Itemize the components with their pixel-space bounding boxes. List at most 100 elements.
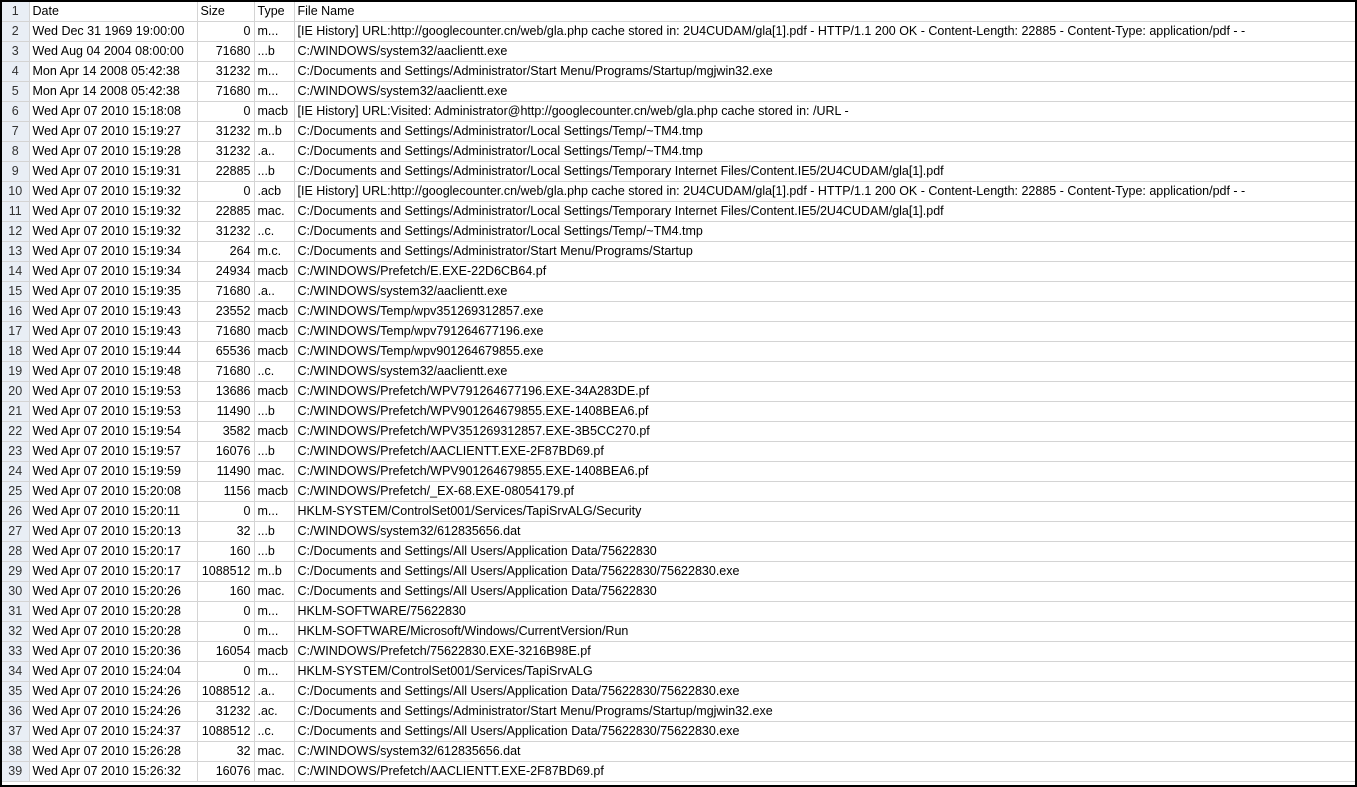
type-cell[interactable]: m... xyxy=(254,621,295,642)
file-name-cell[interactable]: C:/WINDOWS/system32/aaclientt.exe xyxy=(294,81,1355,102)
row-number[interactable]: 12 xyxy=(2,221,30,242)
file-name-cell[interactable]: C:/Documents and Settings/Administrator/… xyxy=(294,701,1355,722)
type-cell[interactable]: m..b xyxy=(254,561,295,582)
date-cell[interactable]: Wed Apr 07 2010 15:19:59 xyxy=(29,461,198,482)
row-number[interactable]: 26 xyxy=(2,501,30,522)
row-number[interactable]: 14 xyxy=(2,261,30,282)
type-cell[interactable]: m... xyxy=(254,601,295,622)
size-cell[interactable]: 71680 xyxy=(197,281,255,302)
size-cell[interactable]: 32 xyxy=(197,521,255,542)
size-cell[interactable]: 71680 xyxy=(197,321,255,342)
type-cell[interactable]: m... xyxy=(254,501,295,522)
type-cell[interactable]: mac. xyxy=(254,741,295,762)
date-cell[interactable]: Wed Aug 04 2004 08:00:00 xyxy=(29,41,198,62)
row-number[interactable]: 33 xyxy=(2,641,30,662)
date-cell[interactable]: Wed Apr 07 2010 15:24:04 xyxy=(29,661,198,682)
date-cell[interactable]: Wed Apr 07 2010 15:19:32 xyxy=(29,181,198,202)
type-cell[interactable]: ...b xyxy=(254,521,295,542)
size-cell[interactable]: 0 xyxy=(197,21,255,42)
row-number[interactable]: 21 xyxy=(2,401,30,422)
file-name-cell[interactable]: C:/WINDOWS/Prefetch/E.EXE-22D6CB64.pf xyxy=(294,261,1355,282)
type-cell[interactable]: macb xyxy=(254,421,295,442)
type-cell[interactable]: ..c. xyxy=(254,721,295,742)
date-cell[interactable]: Wed Apr 07 2010 15:19:31 xyxy=(29,161,198,182)
row-number[interactable]: 18 xyxy=(2,341,30,362)
size-cell[interactable]: 1088512 xyxy=(197,721,255,742)
row-number[interactable]: 3 xyxy=(2,41,30,62)
type-cell[interactable]: m... xyxy=(254,21,295,42)
file-name-cell[interactable]: C:/WINDOWS/Prefetch/WPV901264679855.EXE-… xyxy=(294,461,1355,482)
size-cell[interactable]: 71680 xyxy=(197,41,255,62)
header-type-cell[interactable]: Type xyxy=(254,2,295,22)
date-cell[interactable]: Wed Apr 07 2010 15:26:28 xyxy=(29,741,198,762)
row-number[interactable]: 11 xyxy=(2,201,30,222)
date-cell[interactable]: Mon Apr 14 2008 05:42:38 xyxy=(29,81,198,102)
file-name-cell[interactable]: C:/Documents and Settings/Administrator/… xyxy=(294,221,1355,242)
date-cell[interactable]: Wed Apr 07 2010 15:24:26 xyxy=(29,701,198,722)
size-cell[interactable]: 23552 xyxy=(197,301,255,322)
date-cell[interactable]: Wed Apr 07 2010 15:19:32 xyxy=(29,221,198,242)
file-name-cell[interactable]: C:/WINDOWS/Temp/wpv351269312857.exe xyxy=(294,301,1355,322)
row-number[interactable]: 27 xyxy=(2,521,30,542)
date-cell[interactable]: Wed Apr 07 2010 15:20:26 xyxy=(29,581,198,602)
header-file-name-cell[interactable]: File Name xyxy=(294,2,1355,22)
type-cell[interactable]: m... xyxy=(254,661,295,682)
date-cell[interactable]: Wed Apr 07 2010 15:20:13 xyxy=(29,521,198,542)
file-name-cell[interactable]: HKLM-SYSTEM/ControlSet001/Services/TapiS… xyxy=(294,661,1355,682)
date-cell[interactable]: Wed Apr 07 2010 15:18:08 xyxy=(29,101,198,122)
size-cell[interactable]: 22885 xyxy=(197,161,255,182)
type-cell[interactable]: macb xyxy=(254,321,295,342)
size-cell[interactable]: 71680 xyxy=(197,81,255,102)
file-name-cell[interactable]: C:/WINDOWS/Prefetch/AACLIENTT.EXE-2F87BD… xyxy=(294,761,1355,782)
file-name-cell[interactable]: C:/WINDOWS/Temp/wpv901264679855.exe xyxy=(294,341,1355,362)
size-cell[interactable]: 11490 xyxy=(197,461,255,482)
file-name-cell[interactable]: C:/Documents and Settings/All Users/Appl… xyxy=(294,561,1355,582)
date-cell[interactable]: Wed Apr 07 2010 15:20:28 xyxy=(29,601,198,622)
file-name-cell[interactable]: C:/Documents and Settings/Administrator/… xyxy=(294,161,1355,182)
row-number[interactable]: 36 xyxy=(2,701,30,722)
row-number[interactable]: 22 xyxy=(2,421,30,442)
type-cell[interactable]: macb xyxy=(254,101,295,122)
row-number[interactable]: 16 xyxy=(2,301,30,322)
row-number[interactable]: 5 xyxy=(2,81,30,102)
type-cell[interactable]: .a.. xyxy=(254,281,295,302)
type-cell[interactable]: .ac. xyxy=(254,701,295,722)
type-cell[interactable]: ..c. xyxy=(254,221,295,242)
date-cell[interactable]: Wed Apr 07 2010 15:20:17 xyxy=(29,561,198,582)
row-number[interactable]: 4 xyxy=(2,61,30,82)
type-cell[interactable]: macb xyxy=(254,641,295,662)
size-cell[interactable]: 0 xyxy=(197,501,255,522)
type-cell[interactable]: macb xyxy=(254,381,295,402)
type-cell[interactable]: mac. xyxy=(254,461,295,482)
size-cell[interactable]: 13686 xyxy=(197,381,255,402)
type-cell[interactable]: mac. xyxy=(254,201,295,222)
size-cell[interactable]: 24934 xyxy=(197,261,255,282)
type-cell[interactable]: mac. xyxy=(254,761,295,782)
type-cell[interactable]: .a.. xyxy=(254,681,295,702)
row-number[interactable]: 2 xyxy=(2,21,30,42)
type-cell[interactable]: .a.. xyxy=(254,141,295,162)
row-number[interactable]: 24 xyxy=(2,461,30,482)
file-name-cell[interactable]: C:/Documents and Settings/All Users/Appl… xyxy=(294,541,1355,562)
size-cell[interactable]: 0 xyxy=(197,101,255,122)
type-cell[interactable]: .acb xyxy=(254,181,295,202)
date-cell[interactable]: Wed Apr 07 2010 15:19:34 xyxy=(29,241,198,262)
type-cell[interactable]: macb xyxy=(254,301,295,322)
date-cell[interactable]: Wed Apr 07 2010 15:20:08 xyxy=(29,481,198,502)
row-number[interactable]: 17 xyxy=(2,321,30,342)
row-number[interactable]: 29 xyxy=(2,561,30,582)
row-number[interactable]: 20 xyxy=(2,381,30,402)
size-cell[interactable]: 32 xyxy=(197,741,255,762)
size-cell[interactable]: 1156 xyxy=(197,481,255,502)
date-cell[interactable]: Wed Apr 07 2010 15:24:26 xyxy=(29,681,198,702)
file-name-cell[interactable]: HKLM-SOFTWARE/75622830 xyxy=(294,601,1355,622)
row-number[interactable]: 6 xyxy=(2,101,30,122)
size-cell[interactable]: 31232 xyxy=(197,701,255,722)
date-cell[interactable]: Mon Apr 14 2008 05:42:38 xyxy=(29,61,198,82)
row-number[interactable]: 31 xyxy=(2,601,30,622)
file-name-cell[interactable]: C:/WINDOWS/Prefetch/75622830.EXE-3216B98… xyxy=(294,641,1355,662)
file-name-cell[interactable]: C:/Documents and Settings/All Users/Appl… xyxy=(294,721,1355,742)
type-cell[interactable]: m..b xyxy=(254,121,295,142)
file-name-cell[interactable]: HKLM-SYSTEM/ControlSet001/Services/TapiS… xyxy=(294,501,1355,522)
row-number[interactable]: 7 xyxy=(2,121,30,142)
